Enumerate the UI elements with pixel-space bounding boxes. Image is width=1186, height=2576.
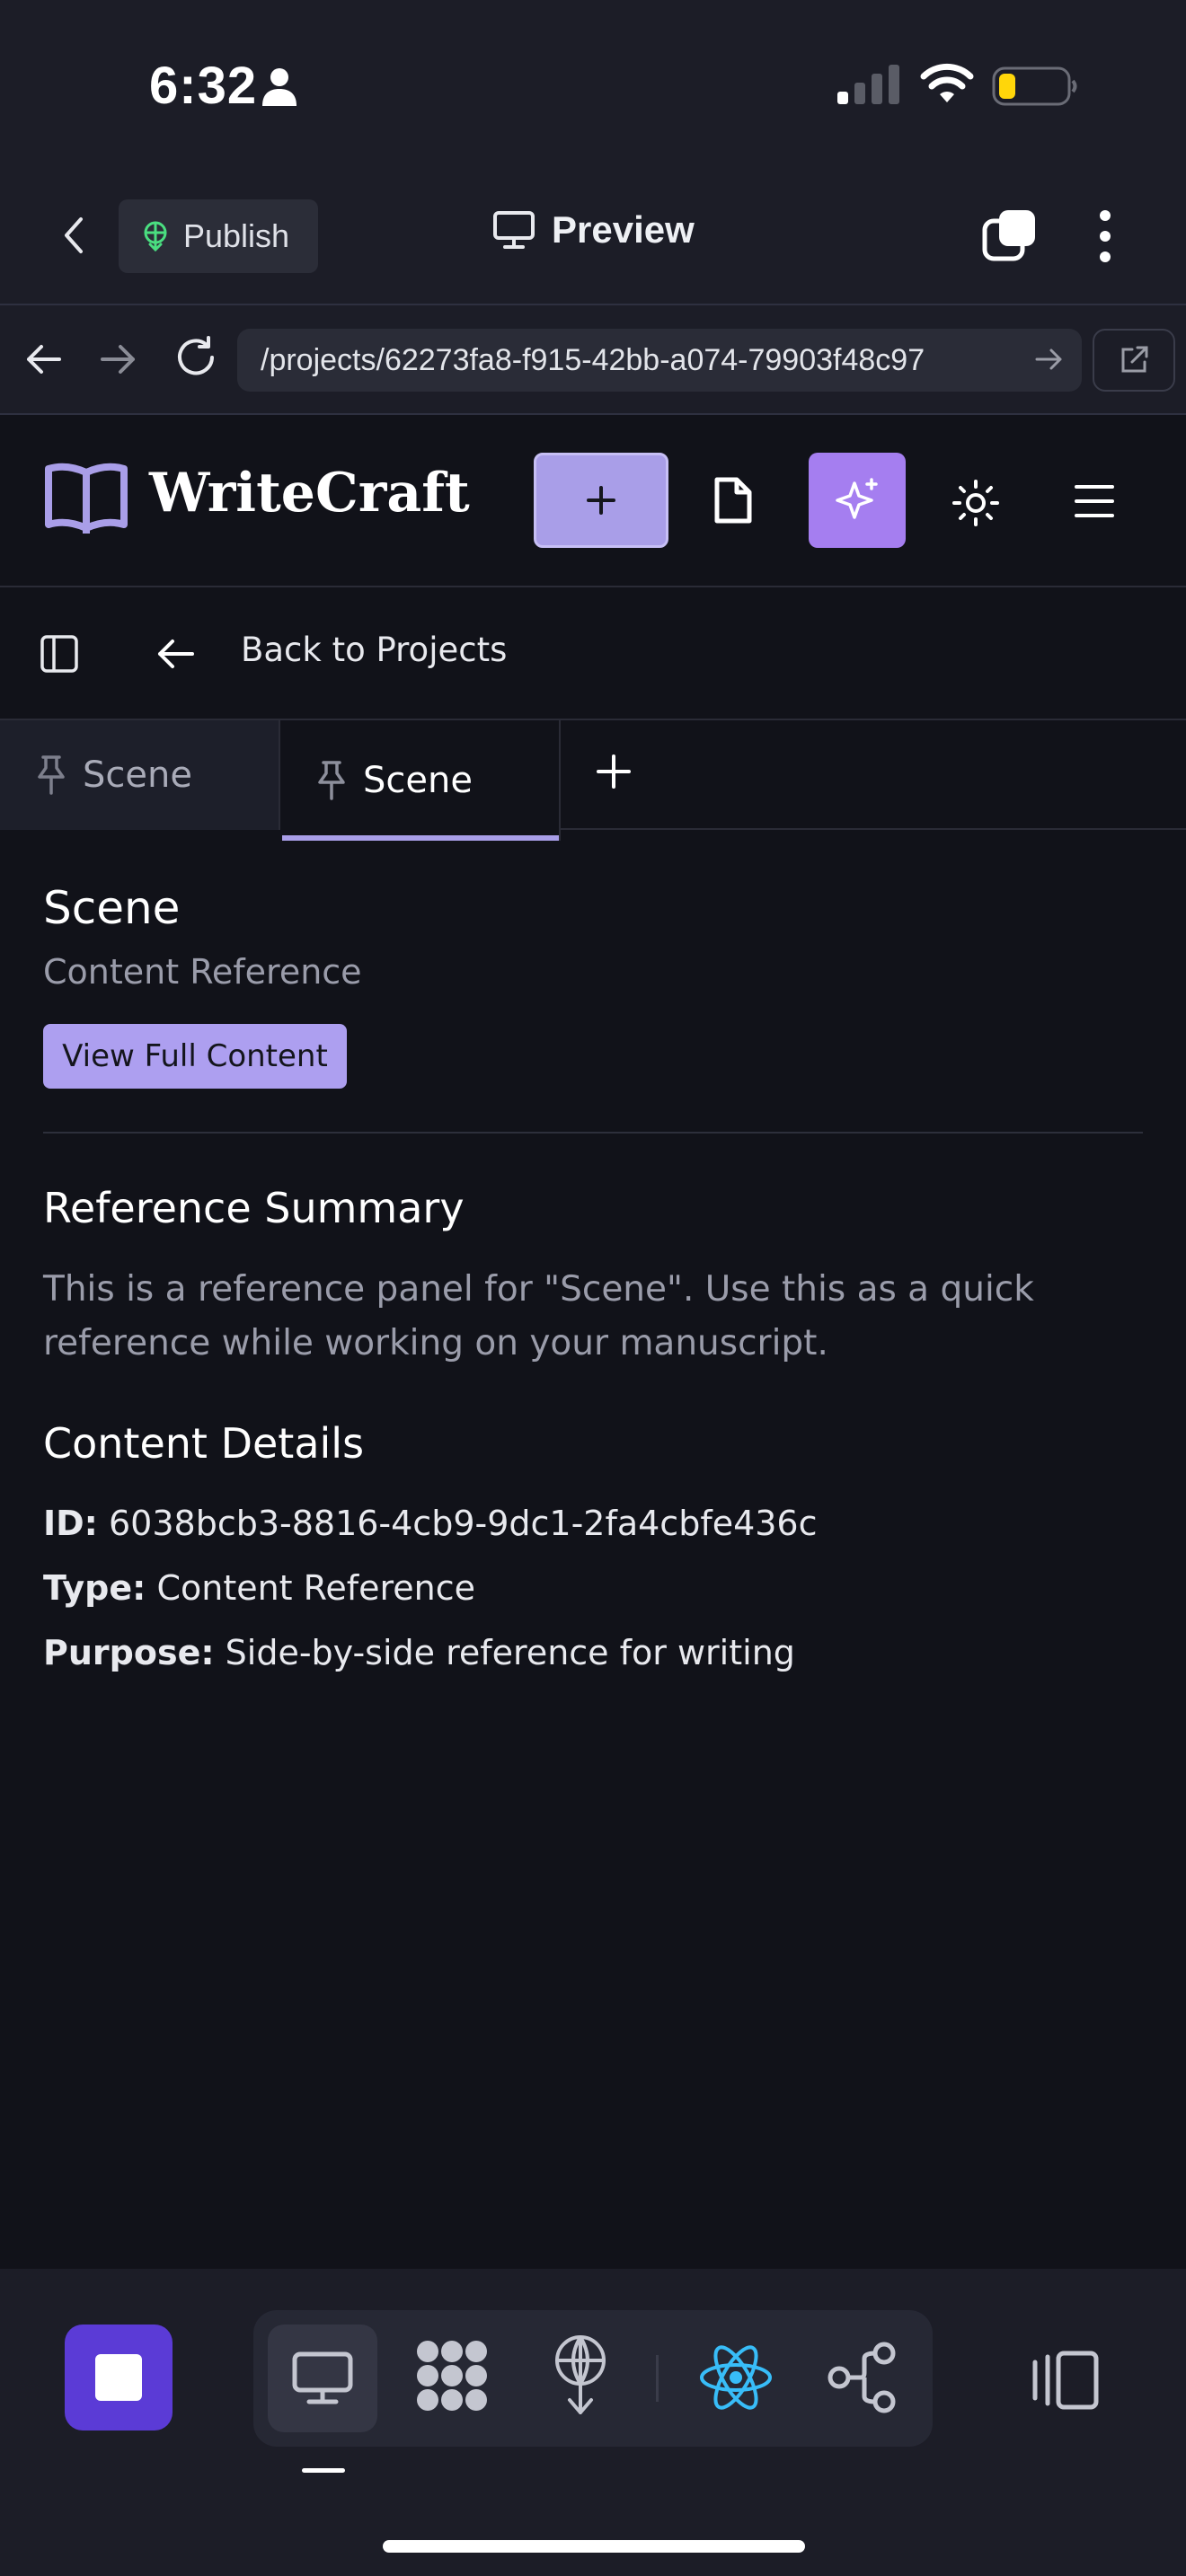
more-vertical-icon[interactable] xyxy=(1089,208,1121,264)
external-link-icon xyxy=(1121,346,1148,373)
new-item-button[interactable] xyxy=(534,453,668,548)
ai-agent-icon[interactable] xyxy=(412,2335,492,2416)
preview-title: Preview xyxy=(492,208,695,251)
book-logo-icon xyxy=(45,463,128,534)
detail-id-label: ID: xyxy=(43,1504,98,1543)
dock-active-indicator xyxy=(302,2468,345,2473)
detail-purpose-label: Purpose: xyxy=(43,1633,215,1672)
pin-icon xyxy=(38,755,65,795)
active-tab-indicator xyxy=(282,835,559,841)
tab-label: Scene xyxy=(83,754,192,796)
pin-icon xyxy=(318,761,345,800)
publish-button[interactable]: Publish xyxy=(119,199,318,273)
chevron-left-icon[interactable] xyxy=(52,212,99,259)
panels-icon[interactable] xyxy=(1030,2348,1102,2413)
signal-icon xyxy=(837,65,899,104)
detail-id-value: 6038bcb3-8816-4cb9-9dc1-2fa4cbfe436c xyxy=(108,1504,818,1543)
url-input[interactable]: /projects/62273fa8-f915-42bb-a074-79903f… xyxy=(237,329,1082,392)
reference-summary-heading: Reference Summary xyxy=(43,1184,465,1232)
dock-preview-button[interactable] xyxy=(268,2325,377,2432)
deploy-icon[interactable] xyxy=(544,2333,616,2414)
stop-button[interactable] xyxy=(65,2325,173,2430)
monitor-icon xyxy=(292,2351,353,2404)
back-to-projects-link[interactable]: Back to Projects xyxy=(241,631,507,669)
panel-title: Scene xyxy=(43,882,181,934)
url-text: /projects/62273fa8-f915-42bb-a074-79903f… xyxy=(261,342,925,377)
reload-icon[interactable] xyxy=(173,334,219,381)
detail-type-value: Content Reference xyxy=(156,1568,476,1608)
dock-separator xyxy=(656,2355,659,2402)
globe-publish-icon xyxy=(144,221,167,251)
plus-icon xyxy=(587,486,615,515)
view-full-content-label: View Full Content xyxy=(62,1038,328,1074)
home-indicator[interactable] xyxy=(383,2540,805,2553)
tab-scene-2[interactable]: Scene xyxy=(280,720,561,841)
divider xyxy=(43,1132,1143,1134)
sparkles-icon xyxy=(836,478,878,519)
arrow-left-icon[interactable] xyxy=(22,338,65,381)
open-external-button[interactable] xyxy=(1093,329,1175,392)
git-icon[interactable] xyxy=(825,2339,898,2416)
app-logo-text: WriteCraft xyxy=(149,462,470,525)
panel-subtitle: Content Reference xyxy=(43,952,362,992)
sidebar-toggle-icon[interactable] xyxy=(40,634,79,674)
tabs-icon[interactable] xyxy=(981,208,1037,264)
detail-purpose: Purpose: Side-by-side reference for writ… xyxy=(43,1633,795,1672)
detail-type: Type: Content Reference xyxy=(43,1568,475,1608)
status-time: 6:32 xyxy=(149,57,258,115)
ai-assistant-button[interactable] xyxy=(809,453,906,548)
sun-icon[interactable] xyxy=(951,478,1001,528)
tab-label: Scene xyxy=(363,760,473,801)
wifi-icon xyxy=(920,63,974,102)
plus-icon[interactable] xyxy=(593,751,634,792)
tab-scene-1[interactable]: Scene xyxy=(0,720,280,830)
stop-icon xyxy=(95,2354,142,2401)
content-details-heading: Content Details xyxy=(43,1419,365,1468)
detail-id: ID: 6038bcb3-8816-4cb9-9dc1-2fa4cbfe436c xyxy=(43,1504,818,1543)
detail-purpose-value: Side-by-side reference for writing xyxy=(225,1633,795,1672)
view-full-content-button[interactable]: View Full Content xyxy=(43,1024,347,1089)
arrow-left-icon[interactable] xyxy=(155,634,196,674)
publish-label: Publish xyxy=(183,217,290,254)
person-icon xyxy=(262,68,296,106)
react-icon[interactable] xyxy=(697,2339,774,2416)
hamburger-menu-icon[interactable] xyxy=(1073,481,1116,521)
monitor-icon xyxy=(493,211,535,249)
detail-type-label: Type: xyxy=(43,1568,146,1608)
reference-summary-text: This is a reference panel for "Scene". U… xyxy=(43,1269,1034,1363)
battery-icon xyxy=(992,66,1077,106)
file-icon[interactable] xyxy=(710,476,755,525)
arrow-right-icon[interactable] xyxy=(1033,343,1066,375)
arrow-right-icon[interactable] xyxy=(97,338,140,381)
preview-label: Preview xyxy=(552,208,695,251)
